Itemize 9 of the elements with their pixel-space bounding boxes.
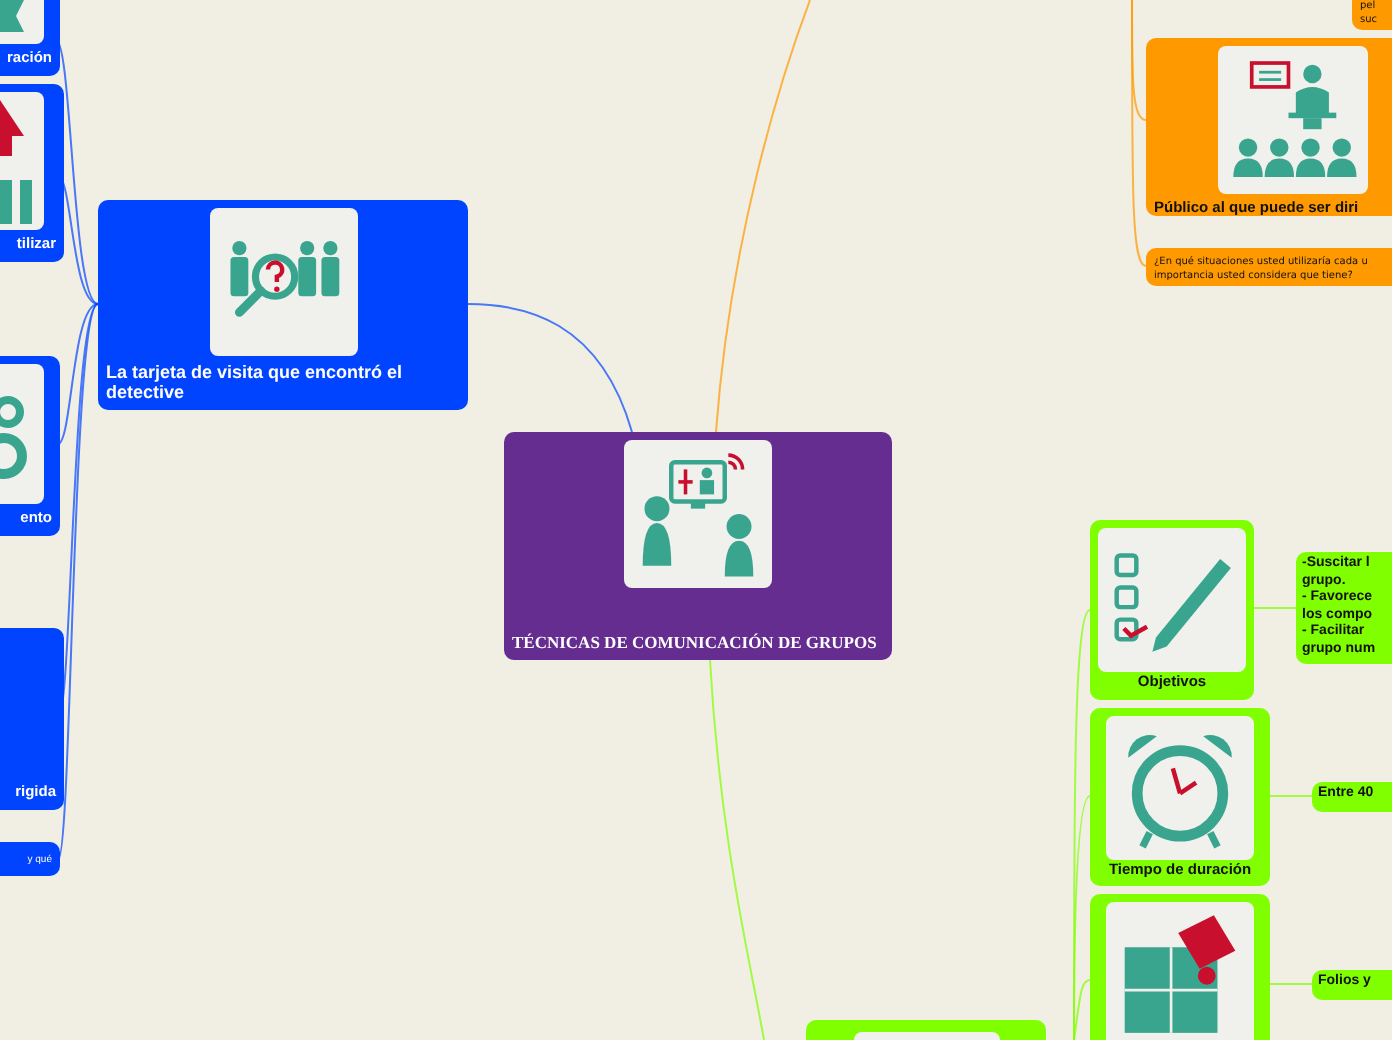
connector-line bbox=[1269, 795, 1313, 797]
topic-node[interactable] bbox=[1090, 894, 1270, 1040]
connector-line bbox=[1269, 983, 1313, 985]
topic-label: La tarjeta de visita que encontró el detective bbox=[106, 362, 405, 402]
topic-label: TÉCNICAS DE COMUNICACIÓN DE GRUPOS bbox=[512, 632, 877, 652]
connector-line bbox=[1253, 607, 1297, 609]
topic-node[interactable]: TÉCNICAS DE COMUNICACIÓN DE GRUPOS bbox=[504, 432, 892, 660]
arrow-icon bbox=[0, 95, 36, 227]
topic-node[interactable]: La tarjeta de visita que encontró el detective bbox=[98, 200, 468, 410]
